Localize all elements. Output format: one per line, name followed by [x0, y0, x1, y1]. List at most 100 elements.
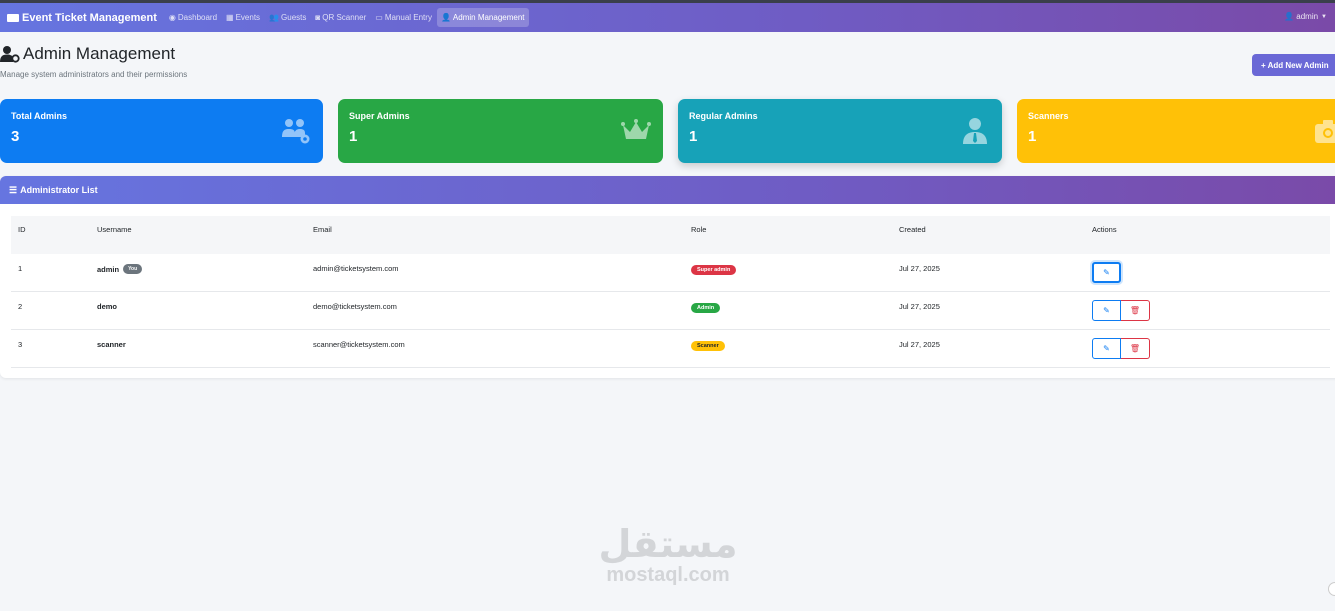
username-text: admin — [97, 264, 120, 274]
row-actions: ✎ 🗑 — [1092, 300, 1150, 321]
nav-admin-management[interactable]: 👤 Admin Management — [436, 8, 529, 27]
table-row: 3 scanner scanner@ticketsystem.com Scann… — [11, 330, 1330, 368]
role-badge: Admin — [691, 303, 721, 313]
user-tie-icon — [963, 118, 987, 144]
list-icon: ☰ — [9, 184, 18, 195]
camera-icon — [1315, 120, 1335, 143]
cell-id: 1 — [18, 264, 23, 273]
nav-label: Admin Management — [452, 13, 525, 22]
user-icon: 👤 — [1284, 12, 1295, 21]
edit-button[interactable]: ✎ — [1092, 262, 1121, 283]
column-header-email: Email — [313, 225, 332, 234]
edit-button[interactable]: ✎ — [1092, 300, 1121, 321]
user-name: admin — [1296, 12, 1319, 21]
column-header-role: Role — [691, 225, 707, 234]
edit-button[interactable]: ✎ — [1092, 338, 1121, 359]
trash-icon: 🗑 — [1129, 344, 1141, 353]
users-cog-icon — [282, 119, 310, 144]
scroll-top-button[interactable] — [1328, 582, 1335, 596]
page-header: Admin Management Manage system administr… — [0, 44, 187, 79]
stat-card-total-admins: Total Admins 3 — [0, 99, 323, 163]
stat-value: 3 — [11, 128, 20, 145]
nav-qr-scanner[interactable]: ◙ QR Scanner — [311, 8, 370, 27]
row-actions: ✎ 🗑 — [1092, 338, 1150, 359]
user-menu[interactable]: 👤 admin ▼ — [1284, 12, 1327, 21]
brand[interactable]: Event Ticket Management — [7, 12, 157, 24]
add-new-admin-button[interactable]: + Add New Admin — [1252, 54, 1335, 76]
edit-icon: ✎ — [1103, 268, 1110, 277]
page-subtitle: Manage system administrators and their p… — [0, 70, 188, 79]
nav-events[interactable]: ▦ Events — [222, 8, 264, 27]
nav-label: Manual Entry — [384, 13, 432, 22]
card-header: ☰ Administrator List — [0, 176, 1335, 204]
stat-label: Scanners — [1028, 111, 1069, 121]
user-cog-icon: 👤 — [440, 13, 451, 22]
nav-dashboard[interactable]: ◉ Dashboard — [165, 8, 221, 27]
nav-label: QR Scanner — [322, 13, 367, 22]
cell-created: Jul 27, 2025 — [899, 264, 940, 273]
cell-id: 3 — [18, 340, 23, 349]
cell-created: Jul 27, 2025 — [899, 340, 940, 349]
administrator-list-card: ☰ Administrator List ID Username Email R… — [0, 176, 1335, 378]
card-title: Administrator List — [20, 185, 98, 195]
camera-icon: ◙ — [315, 13, 321, 22]
stat-value: 1 — [349, 128, 358, 145]
role-badge: Super admin — [691, 265, 737, 275]
cell-role: Scanner — [691, 340, 725, 351]
cell-role: Super admin — [691, 264, 737, 275]
trash-icon: 🗑 — [1129, 306, 1141, 315]
cell-username: scanner — [97, 340, 126, 349]
nav-guests[interactable]: 👥 Guests — [265, 8, 310, 27]
nav-label: Dashboard — [177, 13, 218, 22]
nav-label: Events — [235, 13, 261, 22]
role-badge: Scanner — [691, 341, 725, 351]
cell-username: demo — [97, 302, 118, 311]
watermark: مستقل mostaql.com — [588, 524, 748, 586]
users-icon: 👥 — [269, 13, 280, 22]
nav-label: Guests — [281, 13, 307, 22]
page-title: Admin Management — [0, 44, 187, 64]
top-navbar: Event Ticket Management ◉ Dashboard ▦ Even… — [0, 3, 1335, 32]
stat-card-regular-admins: Regular Admins 1 — [678, 99, 1002, 163]
cell-email: demo@ticketsystem.com — [313, 302, 397, 311]
cell-created: Jul 27, 2025 — [899, 302, 940, 311]
cell-email: admin@ticketsystem.com — [313, 264, 399, 273]
table-row: 2 demo demo@ticketsystem.com Admin Jul 2… — [11, 292, 1330, 330]
caret-down-icon: ▼ — [1321, 13, 1327, 20]
table-header-row: ID Username Email Role Created Actions — [11, 216, 1330, 254]
stat-value: 1 — [1028, 128, 1037, 145]
stat-label: Regular Admins — [689, 111, 758, 121]
edit-icon: ✎ — [1103, 344, 1110, 353]
ticket-icon — [7, 13, 19, 22]
column-header-id: ID — [18, 225, 26, 234]
cell-id: 2 — [18, 302, 23, 311]
stat-card-scanners: Scanners 1 — [1017, 99, 1335, 163]
page-title-text: Admin Management — [23, 44, 176, 63]
column-header-created: Created — [899, 225, 926, 234]
delete-button[interactable]: 🗑 — [1121, 338, 1150, 359]
stat-value: 1 — [689, 128, 698, 145]
edit-icon: ✎ — [1103, 306, 1110, 315]
brand-label: Event Ticket Management — [22, 11, 157, 24]
stat-label: Super Admins — [349, 111, 410, 121]
watermark-arabic: مستقل — [598, 522, 738, 566]
dashboard-icon: ◉ — [168, 13, 176, 22]
keyboard-icon: ▭ — [375, 13, 383, 22]
admin-table: ID Username Email Role Created Actions 1… — [11, 216, 1330, 368]
stat-label: Total Admins — [11, 111, 67, 121]
table-row: 1 admin You admin@ticketsystem.com Super… — [11, 254, 1330, 292]
row-actions: ✎ — [1092, 262, 1121, 283]
cell-username: admin You — [97, 264, 143, 274]
watermark-latin: mostaql.com — [606, 564, 730, 586]
delete-button[interactable]: 🗑 — [1121, 300, 1150, 321]
calendar-icon: ▦ — [226, 13, 234, 22]
cell-email: scanner@ticketsystem.com — [313, 340, 405, 349]
you-badge: You — [123, 264, 143, 274]
crown-icon — [621, 119, 651, 139]
stat-card-super-admins: Super Admins 1 — [338, 99, 663, 163]
cell-role: Admin — [691, 302, 721, 313]
nav-manual-entry[interactable]: ▭ Manual Entry — [371, 8, 436, 27]
column-header-actions: Actions — [1092, 225, 1117, 234]
column-header-username: Username — [97, 225, 132, 234]
user-cog-icon — [0, 46, 20, 63]
